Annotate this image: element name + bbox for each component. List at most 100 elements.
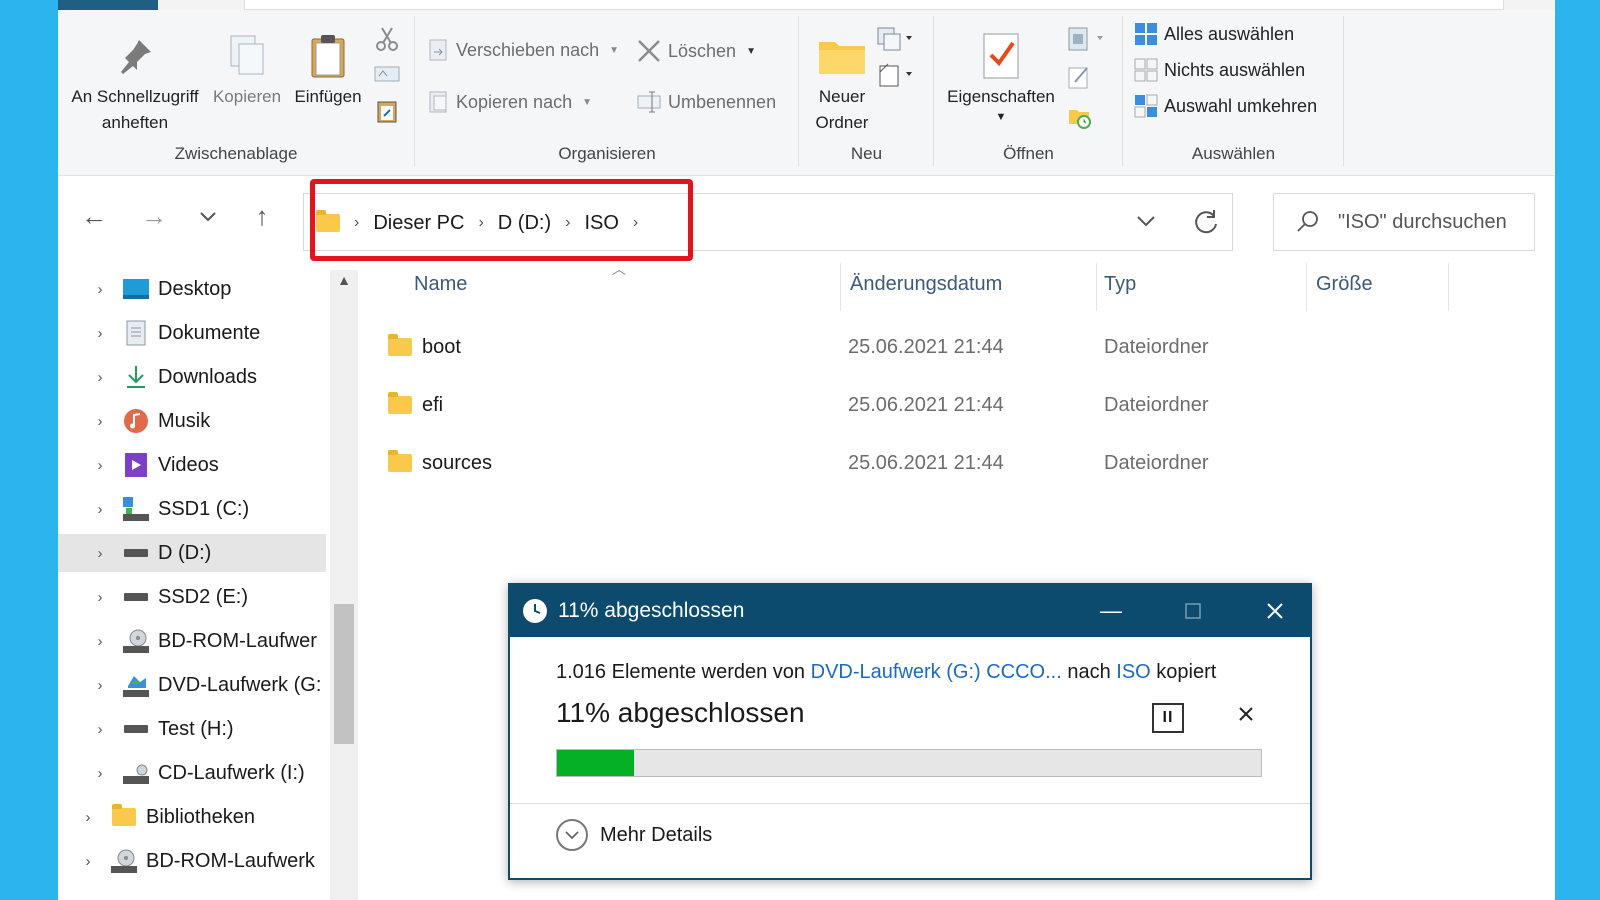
source-link[interactable]: DVD-Laufwerk (G:) CCCO... — [811, 661, 1062, 683]
file-tab[interactable] — [58, 0, 158, 10]
file-type: Dateiordner — [1104, 335, 1209, 358]
column-divider[interactable] — [1448, 263, 1449, 311]
edit-icon[interactable] — [1067, 64, 1093, 90]
sidebar-item-drive-d[interactable]: › D (D:) — [58, 534, 326, 572]
select-none-label: Nichts auswählen — [1164, 59, 1306, 80]
chevron-right-icon[interactable]: › — [90, 589, 110, 606]
properties-button[interactable]: Eigenschaften ▼ — [939, 28, 1063, 124]
cancel-button[interactable] — [1238, 701, 1254, 729]
column-divider[interactable] — [1096, 263, 1097, 311]
search-input[interactable] — [1338, 210, 1518, 234]
scroll-up-icon[interactable]: ▲ — [334, 272, 354, 288]
more-details-button[interactable]: Mehr Details — [556, 819, 712, 851]
copy-path-icon[interactable] — [374, 64, 400, 84]
clipboard-group: An Schnellzugriff anheften Kopieren Einf… — [58, 16, 415, 166]
chevron-right-icon[interactable]: › — [90, 281, 110, 298]
paste-shortcut-icon[interactable] — [376, 98, 398, 124]
chevron-right-icon[interactable]: › — [90, 677, 110, 694]
copy-to-icon — [429, 91, 447, 113]
refresh-button[interactable] — [1192, 208, 1220, 241]
destination-link[interactable]: ISO — [1116, 661, 1150, 683]
select-all-button[interactable]: Alles auswählen — [1134, 22, 1294, 46]
table-row[interactable]: sources 25.06.2021 21:44 Dateiordner — [388, 441, 1508, 485]
file-name: efi — [422, 393, 444, 416]
sidebar-item-videos[interactable]: › Videos — [58, 446, 326, 484]
address-history-button[interactable] — [1136, 214, 1156, 233]
back-button[interactable]: ← — [76, 201, 112, 232]
paste-button[interactable]: Einfügen — [288, 28, 368, 110]
search-box[interactable] — [1273, 193, 1535, 251]
new-item-icon[interactable] — [876, 26, 916, 52]
chevron-right-icon[interactable]: › — [90, 765, 110, 782]
move-to-button[interactable]: Verschieben nach ▼ — [428, 38, 619, 62]
scrollbar-thumb[interactable] — [334, 604, 354, 744]
open-icon[interactable] — [1067, 26, 1111, 52]
column-header-type[interactable]: Typ — [1104, 273, 1136, 296]
ribbon: An Schnellzugriff anheften Kopieren Einf… — [58, 10, 1555, 176]
sidebar-scrollbar[interactable]: ▲ — [330, 270, 358, 900]
sidebar-item-music[interactable]: › Musik — [58, 402, 326, 440]
column-header-size[interactable]: Größe — [1316, 273, 1373, 296]
table-row[interactable]: boot 25.06.2021 21:44 Dateiordner — [388, 325, 1508, 369]
sidebar-item-label: BD-ROM-Laufwerk — [146, 849, 315, 872]
column-divider[interactable] — [1306, 263, 1307, 311]
dialog-divider — [510, 803, 1310, 804]
sidebar-item-label: CD-Laufwerk (I:) — [158, 761, 305, 784]
sidebar-item-label: Downloads — [158, 365, 257, 388]
new-group-label: Neu — [850, 144, 883, 163]
sidebar-item-label: Dokumente — [158, 321, 261, 344]
chevron-right-icon[interactable]: › — [90, 633, 110, 650]
chevron-right-icon[interactable]: › — [90, 545, 110, 562]
sidebar-item-bd-rom-2[interactable]: › BD-ROM-Laufwerk — [58, 842, 326, 880]
sidebar-item-ssd1[interactable]: › SSD1 (C:) — [58, 490, 326, 528]
paste-icon — [288, 28, 368, 84]
music-icon — [122, 409, 150, 433]
minimize-icon: — — [1100, 598, 1122, 623]
recent-locations-button[interactable] — [190, 207, 226, 228]
sidebar-item-dvd[interactable]: › DVD-Laufwerk (G: — [58, 666, 326, 704]
chevron-right-icon[interactable]: › — [78, 853, 98, 870]
pause-icon: II — [1162, 709, 1174, 726]
sidebar-item-libraries[interactable]: › Bibliotheken — [58, 798, 326, 836]
chevron-right-icon[interactable]: › — [90, 369, 110, 386]
chevron-right-icon[interactable]: › — [90, 457, 110, 474]
chevron-right-icon[interactable]: › — [78, 809, 98, 826]
easy-access-icon[interactable] — [876, 62, 916, 88]
sidebar-item-ssd2[interactable]: › SSD2 (E:) — [58, 578, 326, 616]
select-none-button[interactable]: Nichts auswählen — [1134, 58, 1305, 82]
forward-button[interactable]: → — [136, 201, 172, 232]
copy-button[interactable]: Kopieren — [208, 28, 286, 110]
minimize-button[interactable]: — — [1086, 585, 1136, 637]
new-folder-button[interactable]: Neuer Ordner — [800, 28, 884, 136]
sidebar-item-cd[interactable]: › CD-Laufwerk (I:) — [58, 754, 326, 792]
chevron-right-icon[interactable]: › — [90, 721, 110, 738]
column-header-date[interactable]: Änderungsdatum — [850, 273, 1002, 296]
copy-to-button[interactable]: Kopieren nach ▼ — [428, 90, 592, 114]
delete-button[interactable]: Löschen ▼ — [636, 38, 756, 64]
close-button[interactable] — [1250, 585, 1300, 637]
invert-selection-button[interactable]: Auswahl umkehren — [1134, 94, 1317, 118]
pin-quick-access-button[interactable]: An Schnellzugriff anheften — [64, 28, 206, 136]
sidebar-item-label: Bibliotheken — [146, 805, 255, 828]
up-button[interactable]: ↑ — [244, 201, 280, 232]
sidebar-item-test[interactable]: › Test (H:) — [58, 710, 326, 748]
rename-label: Umbenennen — [668, 91, 777, 112]
close-icon — [1267, 603, 1283, 619]
pause-button[interactable]: II — [1152, 703, 1184, 733]
rename-button[interactable]: Umbenennen — [636, 90, 776, 114]
table-row[interactable]: efi 25.06.2021 21:44 Dateiordner — [388, 383, 1508, 427]
cut-icon[interactable] — [374, 26, 400, 52]
history-icon[interactable] — [1067, 104, 1093, 130]
sidebar-item-downloads[interactable]: › Downloads — [58, 358, 326, 396]
sidebar-item-label: Videos — [158, 453, 219, 476]
chevron-right-icon[interactable]: › — [90, 501, 110, 518]
sidebar-item-documents[interactable]: › Dokumente — [58, 314, 326, 352]
chevron-right-icon[interactable]: › — [90, 325, 110, 342]
column-divider[interactable] — [840, 263, 841, 311]
sidebar-item-desktop[interactable]: › Desktop — [58, 270, 326, 308]
folder-icon — [388, 450, 412, 472]
chevron-right-icon[interactable]: › — [90, 413, 110, 430]
sidebar-item-bd-rom[interactable]: › BD-ROM-Laufwer — [58, 622, 326, 660]
column-header-name[interactable]: Name — [414, 273, 467, 296]
maximize-button[interactable] — [1168, 585, 1218, 637]
